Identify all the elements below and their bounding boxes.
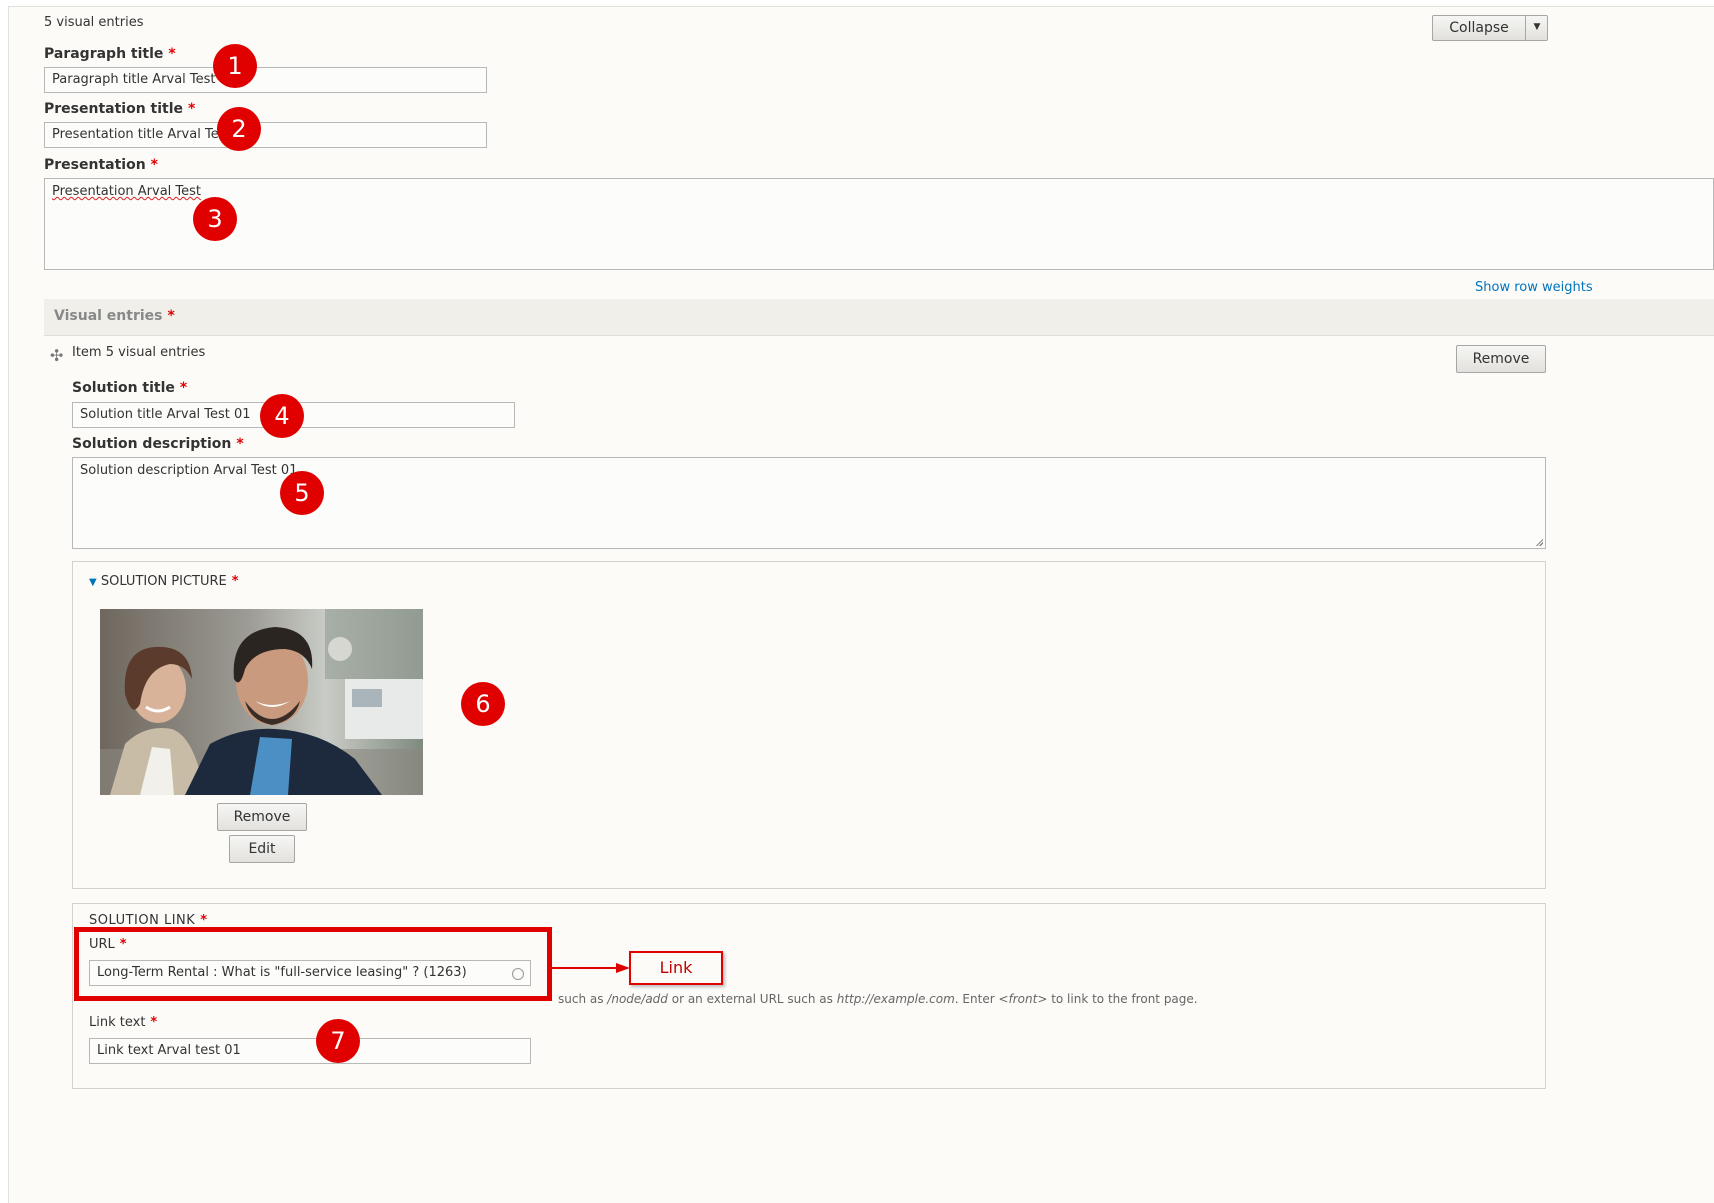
drag-handle-icon[interactable]: ✣ <box>50 346 63 365</box>
solution-picture-thumbnail <box>100 609 423 795</box>
url-highlight-box <box>74 927 552 1001</box>
link-text-input[interactable]: Link text Arval test 01 <box>89 1038 531 1064</box>
solution-title-label: Solution title * <box>72 380 188 396</box>
remove-picture-button[interactable]: Remove <box>217 803 307 831</box>
presentation-text: Presentation Arval Test <box>52 184 202 199</box>
presentation-label: Presentation * <box>44 157 158 173</box>
paragraph-title-label: Paragraph title * <box>44 46 176 62</box>
visual-entries-count: 5 visual entries <box>44 15 144 30</box>
paragraph-form: 5 visual entries Collapse ▼ Paragraph ti… <box>8 6 1714 1203</box>
url-help-text: such as /node/add or an external URL suc… <box>558 992 1198 1006</box>
show-row-weights-link[interactable]: Show row weights <box>1475 280 1593 295</box>
solution-description-text: Solution description Arval Test 01 <box>80 463 298 478</box>
annotation-marker-5: 5 <box>280 471 324 515</box>
annotation-marker-1: 1 <box>213 44 257 88</box>
edit-picture-button[interactable]: Edit <box>229 835 295 863</box>
solution-picture-toggle[interactable]: ▼ SOLUTION PICTURE * <box>89 574 239 589</box>
presentation-textarea[interactable]: Presentation Arval Test <box>44 178 1714 270</box>
annotation-marker-6: 6 <box>461 682 505 726</box>
link-callout: Link <box>629 951 723 985</box>
link-text-label: Link text * <box>89 1015 158 1030</box>
paragraph-title-input[interactable]: Paragraph title Arval Test <box>44 67 487 93</box>
solution-description-label: Solution description * <box>72 436 244 452</box>
annotation-marker-7: 7 <box>316 1019 360 1063</box>
item-label: Item 5 visual entries <box>72 345 206 360</box>
arrow-right-icon <box>552 963 630 973</box>
collapse-dropbutton[interactable]: Collapse ▼ <box>1432 15 1548 41</box>
resize-handle-icon[interactable] <box>1535 538 1543 546</box>
visual-entries-label: Visual entries * <box>54 308 175 324</box>
solution-picture-fieldset: ▼ SOLUTION PICTURE * Remove Edit 6 <box>72 561 1546 889</box>
remove-item-button[interactable]: Remove <box>1456 345 1546 373</box>
triangle-down-icon: ▼ <box>89 577 97 588</box>
solution-link-legend: SOLUTION LINK * <box>89 913 208 928</box>
collapse-button[interactable]: Collapse <box>1433 20 1525 36</box>
visual-entries-header: Visual entries * <box>44 299 1714 336</box>
annotation-marker-4: 4 <box>260 394 304 438</box>
presentation-title-input[interactable]: Presentation title Arval Test <box>44 122 487 148</box>
annotation-marker-3: 3 <box>193 197 237 241</box>
annotation-marker-2: 2 <box>217 107 261 151</box>
presentation-title-label: Presentation title * <box>44 101 196 117</box>
chevron-down-icon[interactable]: ▼ <box>1526 22 1548 32</box>
